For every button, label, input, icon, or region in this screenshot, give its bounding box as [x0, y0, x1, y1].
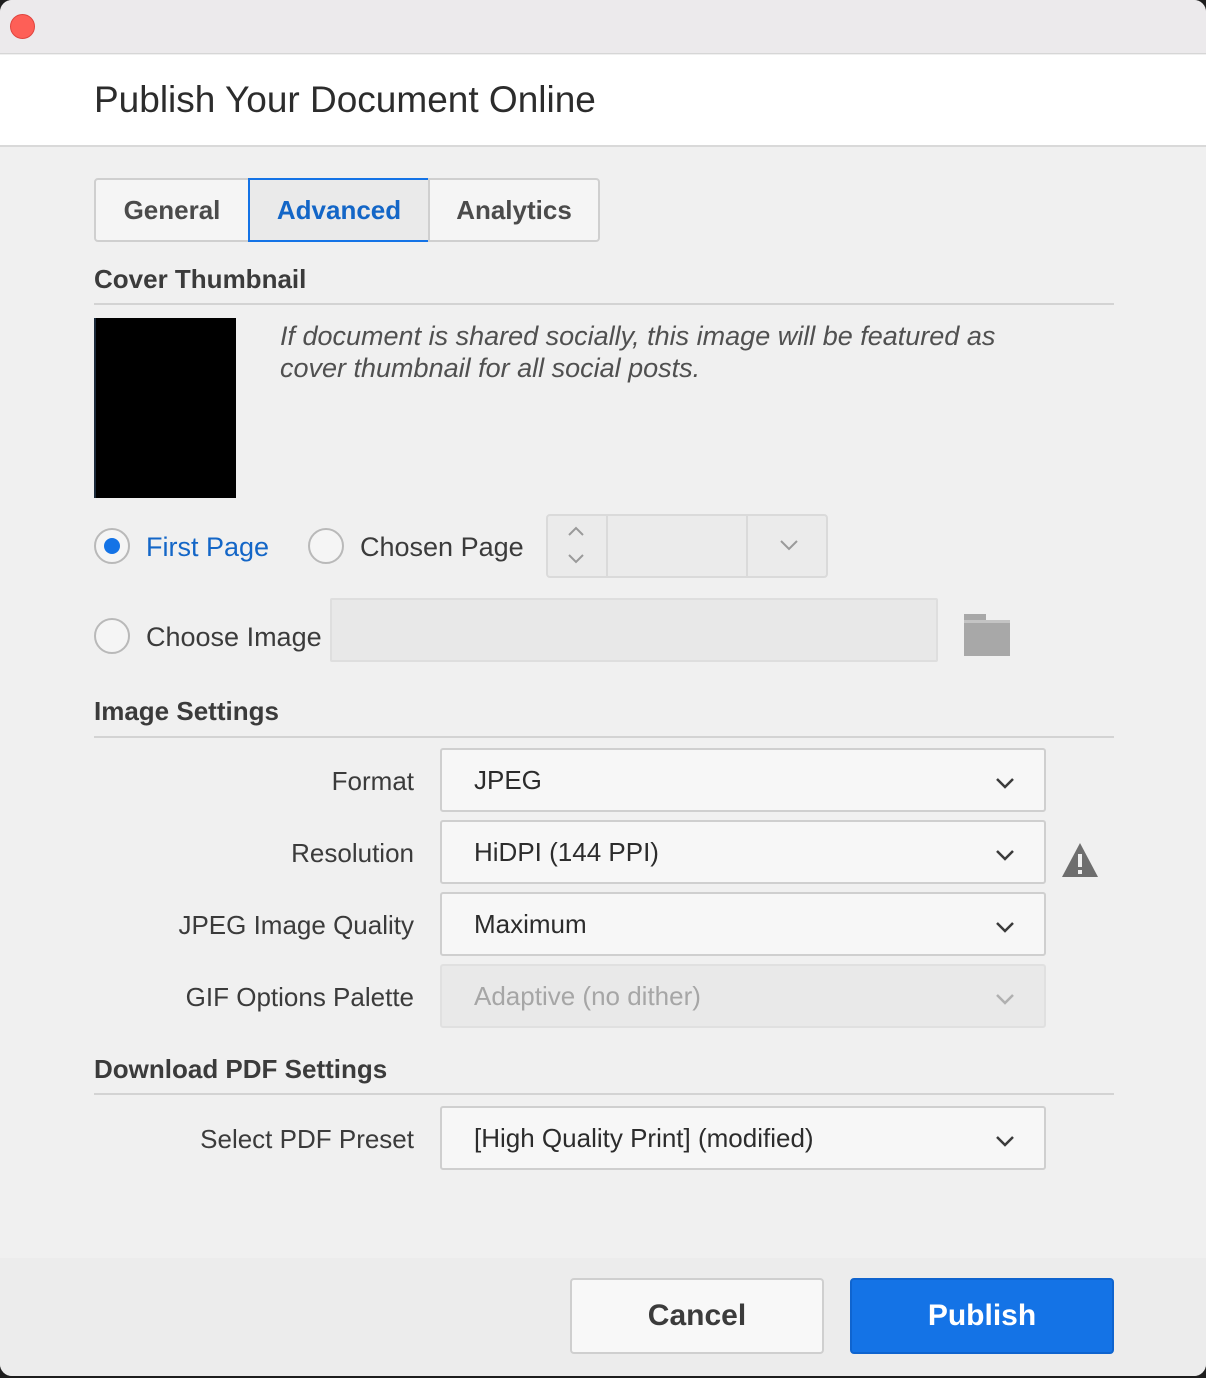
- pdf-preset-value: [High Quality Print] (modified): [474, 1123, 814, 1153]
- cover-thumbnail-heading: Cover Thumbnail: [94, 264, 307, 294]
- jpeg-quality-value: Maximum: [474, 909, 587, 939]
- title-bar: [0, 0, 1206, 54]
- publish-dialog: Publish Your Document Online General Adv…: [0, 0, 1206, 1376]
- cover-thumbnail-preview: [94, 318, 236, 498]
- dialog-title: Publish Your Document Online: [94, 79, 596, 120]
- gif-palette-label: GIF Options Palette: [185, 982, 414, 1012]
- tab-general[interactable]: General: [94, 178, 250, 242]
- page-number-stepper[interactable]: [546, 514, 828, 578]
- chevron-down-icon: [996, 778, 1014, 789]
- warning-icon[interactable]: [1060, 840, 1100, 880]
- format-select[interactable]: JPEG: [440, 748, 1046, 812]
- first-page-radio[interactable]: [94, 528, 130, 564]
- chosen-page-label[interactable]: Chosen Page: [360, 532, 524, 563]
- page-number-field[interactable]: [608, 516, 748, 576]
- chevron-down-icon: [996, 994, 1014, 1005]
- folder-icon[interactable]: [962, 612, 1012, 658]
- chevron-down-icon: [996, 1136, 1014, 1147]
- section-divider: [94, 1093, 1114, 1095]
- tab-bar: General Advanced Analytics: [94, 178, 600, 242]
- chevron-down-icon[interactable]: [566, 552, 586, 566]
- chosen-page-radio[interactable]: [308, 528, 344, 564]
- section-divider: [94, 736, 1114, 738]
- gif-palette-value: Adaptive (no dither): [474, 981, 701, 1011]
- cancel-button[interactable]: Cancel: [570, 1278, 824, 1354]
- choose-image-label[interactable]: Choose Image: [146, 622, 322, 653]
- pdf-preset-label: Select PDF Preset: [200, 1124, 414, 1154]
- section-divider: [94, 303, 1114, 305]
- download-pdf-heading: Download PDF Settings: [94, 1054, 388, 1084]
- tab-advanced[interactable]: Advanced: [248, 178, 430, 242]
- publish-button[interactable]: Publish: [850, 1278, 1114, 1354]
- format-label: Format: [331, 766, 414, 796]
- dialog-header: Publish Your Document Online: [0, 55, 1206, 147]
- stepper-arrows: [548, 516, 608, 576]
- image-path-field[interactable]: [330, 598, 938, 662]
- first-page-label[interactable]: First Page: [146, 532, 269, 563]
- jpeg-quality-select[interactable]: Maximum: [440, 892, 1046, 956]
- choose-image-radio[interactable]: [94, 618, 130, 654]
- resolution-label: Resolution: [291, 838, 414, 868]
- image-settings-heading: Image Settings: [94, 696, 279, 726]
- jpeg-quality-label: JPEG Image Quality: [178, 910, 414, 940]
- chevron-down-icon[interactable]: [778, 534, 800, 556]
- gif-palette-select: Adaptive (no dither): [440, 964, 1046, 1028]
- chevron-down-icon: [996, 922, 1014, 933]
- format-value: JPEG: [474, 765, 542, 795]
- cover-thumbnail-description: If document is shared socially, this ima…: [280, 321, 996, 383]
- close-icon[interactable]: [10, 14, 35, 39]
- resolution-select[interactable]: HiDPI (144 PPI): [440, 820, 1046, 884]
- tab-analytics[interactable]: Analytics: [428, 178, 600, 242]
- chevron-down-icon: [996, 850, 1014, 861]
- resolution-value: HiDPI (144 PPI): [474, 837, 659, 867]
- chevron-up-icon[interactable]: [566, 524, 586, 538]
- pdf-preset-select[interactable]: [High Quality Print] (modified): [440, 1106, 1046, 1170]
